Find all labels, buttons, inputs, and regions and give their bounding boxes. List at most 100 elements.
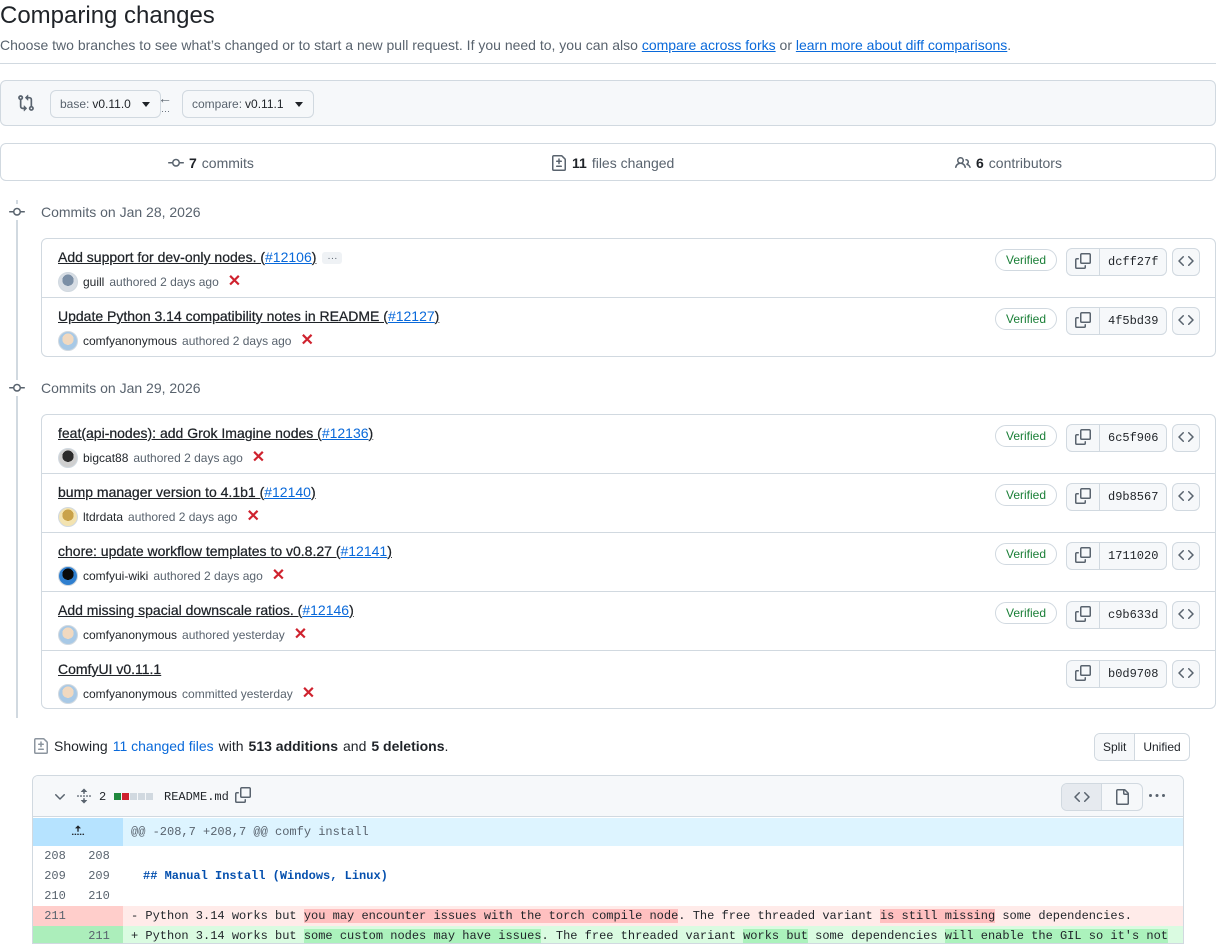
split-view-button[interactable]: Split [1095,734,1136,760]
file-name[interactable]: README.md [164,790,229,804]
browse-repo-button[interactable] [1172,542,1200,570]
commit-title-link[interactable]: Add missing spacial downscale ratios. (#… [58,602,354,618]
commit-meta: comfyui-wiki authored 2 days ago ✕ [58,566,285,586]
verified-badge[interactable]: Verified [995,543,1058,565]
commit-author[interactable]: comfyui-wiki [83,569,148,583]
avatar[interactable] [58,448,78,468]
old-line-number[interactable]: 211 [33,906,77,926]
expand-all-icon[interactable] [76,788,92,807]
browse-repo-button[interactable] [1172,601,1200,629]
commit-sha-link[interactable]: 4f5bd39 [1100,308,1166,334]
verified-badge[interactable]: Verified [995,249,1058,271]
new-line-number[interactable]: 208 [77,846,121,866]
commit-meta: comfyanonymous committed yesterday ✕ [58,684,315,704]
commit-sha-link[interactable]: c9b633d [1100,602,1166,628]
files-summary-with: with [218,738,244,754]
commit-sha-link[interactable]: 6c5f906 [1100,425,1166,451]
copy-icon[interactable] [235,787,251,806]
avatar[interactable] [58,272,78,292]
status-failure-icon[interactable]: ✕ [228,274,241,290]
browse-repo-button[interactable] [1172,248,1200,276]
new-line-number[interactable]: 209 [77,866,121,886]
avatar[interactable] [58,684,78,704]
commit-author[interactable]: guill [83,275,104,289]
kebab-menu-icon[interactable] [1149,788,1165,807]
pull-request-link[interactable]: #12141 [340,543,387,559]
avatar[interactable] [58,331,78,351]
status-failure-icon[interactable]: ✕ [302,686,315,702]
timeline-line [16,200,18,718]
commit-author[interactable]: comfyanonymous [83,334,177,348]
commit-author[interactable]: ltdrdata [83,510,123,524]
avatar[interactable] [58,507,78,527]
verified-badge[interactable]: Verified [995,425,1058,447]
status-failure-icon[interactable]: ✕ [294,627,307,643]
verified-badge[interactable]: Verified [995,484,1058,506]
old-line-number[interactable]: 208 [33,846,77,866]
diffstat-neutral [138,793,145,800]
verified-badge[interactable]: Verified [995,602,1058,624]
new-line-number[interactable]: 210 [77,886,121,906]
commit-author[interactable]: bigcat88 [83,451,128,465]
copy-sha-button[interactable] [1067,661,1100,687]
files-tab[interactable]: 11 files changed [551,155,674,171]
pull-request-link[interactable]: #12140 [264,484,311,500]
commit-title-link[interactable]: chore: update workflow templates to v0.8… [58,543,392,559]
copy-sha-button[interactable] [1067,249,1100,275]
pull-request-link[interactable]: #12146 [302,602,349,618]
commit-author[interactable]: comfyanonymous [83,628,177,642]
learn-more-link[interactable]: learn more about diff comparisons [796,37,1007,53]
status-failure-icon[interactable]: ✕ [246,509,259,525]
commit-sha-link[interactable]: b0d9708 [1100,661,1166,687]
rich-view-button[interactable] [1102,784,1142,810]
old-line-number[interactable]: 209 [33,866,77,886]
files-summary-and: and [343,738,367,754]
git-compare-icon[interactable] [17,94,35,112]
code-icon [1178,312,1194,331]
avatar[interactable] [58,566,78,586]
pull-request-link[interactable]: #12106 [265,249,312,265]
commit-author[interactable]: comfyanonymous [83,687,177,701]
verified-badge[interactable]: Verified [995,308,1058,330]
copy-sha-button[interactable] [1067,484,1100,510]
compare-branch-select[interactable]: compare: v0.11.1 [182,90,314,118]
contributors-tab[interactable]: 6 contributors [955,155,1062,171]
expand-message-button[interactable]: ··· [322,252,343,265]
commit-title-link[interactable]: feat(api-nodes): add Grok Imagine nodes … [58,425,373,441]
commit-title-link[interactable]: bump manager version to 4.1b1 (#12140) [58,484,316,500]
expand-up-button[interactable] [33,818,123,846]
status-failure-icon[interactable]: ✕ [300,333,313,349]
chevron-down-icon[interactable] [52,789,68,808]
code-view-button[interactable] [1062,784,1102,810]
browse-repo-button[interactable] [1172,660,1200,688]
commit-sha-link[interactable]: dcff27f [1100,249,1166,275]
old-line-number[interactable]: 210 [33,886,77,906]
commit-title-link[interactable]: Add support for dev-only nodes. (#12106)… [58,249,343,265]
commit-title-link[interactable]: Update Python 3.14 compatibility notes i… [58,308,440,324]
pull-request-link[interactable]: #12136 [322,425,369,441]
commit-title-link[interactable]: ComfyUI v0.11.1 [58,661,161,677]
pull-request-link[interactable]: #12127 [388,308,435,324]
new-line-number[interactable]: 211 [77,926,121,943]
commit-sha-link[interactable]: 1711020 [1100,543,1166,569]
status-failure-icon[interactable]: ✕ [252,450,265,466]
file-icon [1116,789,1129,805]
commit-sha-link[interactable]: d9b8567 [1100,484,1166,510]
unified-view-button[interactable]: Unified [1135,734,1188,760]
copy-sha-button[interactable] [1067,308,1100,334]
browse-repo-button[interactable] [1172,307,1200,335]
avatar[interactable] [58,625,78,645]
base-branch-select[interactable]: base: v0.11.0 [50,90,161,118]
browse-repo-button[interactable] [1172,483,1200,511]
status-failure-icon[interactable]: ✕ [272,568,285,584]
code-icon [1073,791,1090,803]
changed-files-link[interactable]: 11 changed files [113,738,214,754]
browse-repo-button[interactable] [1172,424,1200,452]
commit-sha-group: b0d9708 [1066,660,1168,688]
commits-tab[interactable]: 7 commits [168,155,254,171]
copy-sha-button[interactable] [1067,602,1100,628]
compare-across-forks-link[interactable]: compare across forks [642,37,776,53]
copy-sha-button[interactable] [1067,543,1100,569]
copy-sha-button[interactable] [1067,425,1100,451]
files-summary: Showing 11 changed files with 513 additi… [33,738,448,754]
